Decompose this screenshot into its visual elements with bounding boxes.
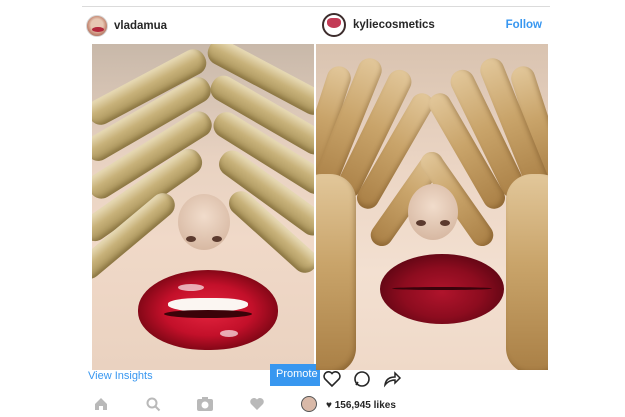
home-icon[interactable] — [92, 395, 110, 413]
post-photo[interactable] — [316, 44, 548, 370]
top-divider — [82, 6, 550, 7]
glossy-lips — [138, 270, 278, 350]
camera-icon[interactable] — [196, 395, 214, 413]
username[interactable]: kyliecosmetics — [353, 19, 435, 31]
lips-avatar-icon — [92, 27, 104, 32]
avatar[interactable] — [86, 15, 108, 37]
heart-small-icon: ♥ — [326, 400, 335, 411]
post-actions — [320, 369, 440, 391]
heart-outline-icon[interactable] — [322, 369, 344, 391]
lip-drip-logo-icon — [327, 18, 341, 28]
username[interactable]: vladamua — [114, 20, 167, 32]
heart-icon[interactable] — [248, 395, 266, 413]
left-post: vladamua View Insights Promote — [80, 8, 320, 417]
matte-lips — [380, 254, 504, 324]
likes-count[interactable]: ♥ 156,945 likes — [326, 400, 396, 411]
share-icon[interactable] — [382, 369, 404, 391]
promote-button[interactable]: Promote — [270, 364, 320, 386]
bottom-nav — [80, 391, 320, 417]
left-post-header: vladamua — [80, 8, 316, 44]
avatar[interactable] — [322, 13, 346, 37]
comment-icon[interactable] — [352, 369, 374, 391]
post-photo[interactable] — [92, 44, 314, 370]
view-insights-link[interactable]: View Insights — [88, 370, 153, 382]
search-icon[interactable] — [144, 395, 162, 413]
follow-button[interactable]: Follow — [506, 19, 542, 31]
